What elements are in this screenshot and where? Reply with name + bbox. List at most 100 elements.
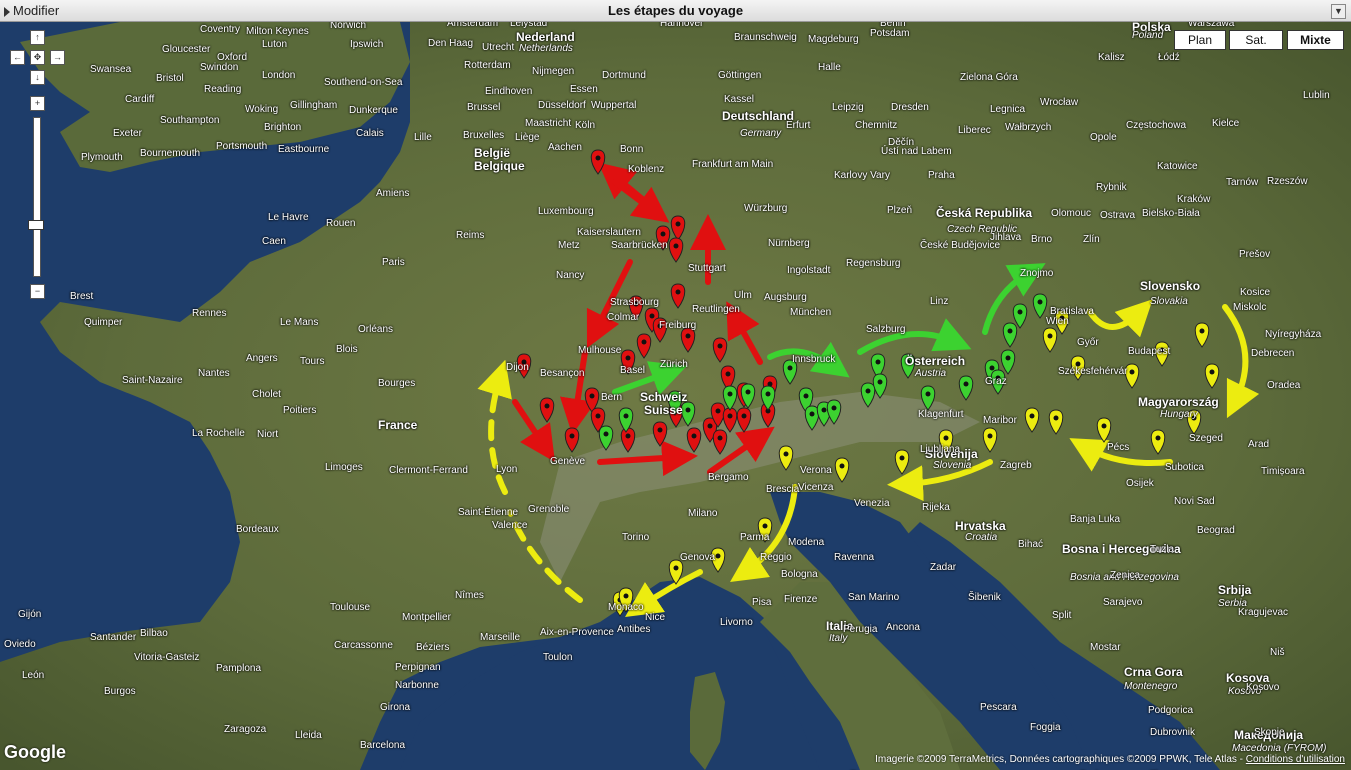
city-label: Portsmouth	[216, 141, 268, 152]
city-label: Maastricht	[525, 118, 572, 129]
city-label: Kraków	[1177, 194, 1211, 205]
city-label: Kielce	[1212, 118, 1240, 129]
country-sublabel: Slovakia	[1150, 296, 1188, 307]
city-label: Torino	[622, 532, 650, 543]
city-label: Vitoria-Gasteiz	[134, 652, 200, 663]
city-label: Bielsko-Biała	[1142, 208, 1200, 219]
country-sublabel: Hungary	[1160, 409, 1198, 420]
city-label: Tours	[300, 356, 325, 367]
city-label: Innsbruck	[792, 354, 836, 365]
city-label: Brno	[1031, 234, 1053, 245]
city-label: Nice	[645, 612, 666, 623]
city-label: Tuzla	[1150, 544, 1175, 555]
city-label: Swansea	[90, 64, 132, 75]
city-label: Zürich	[660, 359, 688, 370]
city-label: Klagenfurt	[918, 409, 964, 420]
country-label: Österreich	[905, 354, 966, 368]
city-label: Wrocław	[1040, 97, 1079, 108]
pan-up-icon[interactable]: ↑	[30, 30, 45, 45]
city-label: Zielona Góra	[960, 72, 1018, 83]
pan-down-icon[interactable]: ↓	[30, 70, 45, 85]
map-canvas[interactable]: Nederland Netherlands België Belgique De…	[0, 22, 1351, 770]
city-label: Brighton	[264, 122, 302, 133]
city-label: Girona	[380, 702, 411, 713]
city-label: Luton	[262, 39, 288, 50]
city-label: Bihać	[1018, 539, 1044, 550]
country-label: Deutschland	[722, 109, 795, 123]
city-label: Reims	[456, 230, 485, 241]
country-sublabel: Macedonia (FYROM)	[1232, 743, 1327, 754]
city-label: Ancona	[886, 622, 920, 633]
maptype-mixte-button[interactable]: Mixte	[1287, 30, 1344, 50]
country-label: Suisse	[644, 403, 683, 417]
country-label: France	[378, 418, 418, 432]
city-label: Nürnberg	[768, 238, 810, 249]
country-label: Slovensko	[1140, 279, 1201, 293]
city-label: Essen	[570, 84, 598, 95]
city-label: Oradea	[1267, 380, 1301, 391]
city-label: Toulouse	[330, 602, 371, 613]
zoom-slider-thumb[interactable]	[28, 220, 44, 230]
window-title: Les étapes du voyage	[607, 3, 744, 18]
city-label: Rijeka	[922, 502, 950, 513]
terms-link[interactable]: Conditions d'utilisation	[1246, 754, 1345, 765]
city-label: Nyíregyháza	[1265, 329, 1322, 340]
city-label: Narbonne	[395, 680, 439, 691]
city-label: Rennes	[192, 308, 227, 319]
city-label: Mulhouse	[578, 345, 622, 356]
city-label: Exeter	[113, 128, 142, 139]
city-label: Arad	[1248, 439, 1270, 450]
city-label: Budapest	[1128, 346, 1171, 357]
city-label: Subotica	[1165, 462, 1204, 473]
city-label: Székesfehérvár	[1058, 366, 1128, 377]
city-label: Utrecht	[482, 42, 515, 53]
pan-center-icon[interactable]: ✥	[30, 50, 45, 65]
zoom-slider-track[interactable]	[33, 117, 41, 277]
city-label: Praha	[928, 170, 955, 181]
city-label: La Rochelle	[192, 428, 245, 439]
city-label: Limoges	[325, 462, 363, 473]
city-label: Warszawa	[1188, 22, 1235, 29]
city-label: Potsdam	[870, 28, 910, 39]
maptype-plan-button[interactable]: Plan	[1174, 30, 1226, 50]
city-label: Lleida	[295, 730, 322, 741]
city-label: Besançon	[540, 368, 585, 379]
city-label: Stuttgart	[688, 263, 726, 274]
city-label: Zagreb	[1000, 460, 1032, 471]
city-label: Šibenik	[968, 592, 1001, 603]
city-label: Caen	[262, 236, 286, 247]
city-label: Zenica	[1110, 570, 1141, 581]
zoom-in-icon[interactable]: +	[30, 96, 45, 111]
city-label: Metz	[558, 240, 580, 251]
city-label: Strasbourg	[610, 297, 659, 308]
city-label: Debrecen	[1251, 348, 1295, 359]
maptype-sat-button[interactable]: Sat.	[1229, 30, 1283, 50]
city-label: Coventry	[200, 24, 241, 35]
city-label: Koblenz	[628, 164, 665, 175]
city-label: München	[790, 307, 832, 318]
city-label: Reutlingen	[692, 304, 740, 315]
city-label: Split	[1052, 610, 1072, 621]
pan-right-icon[interactable]: →	[50, 50, 65, 65]
city-label: Poitiers	[283, 405, 317, 416]
city-label: Ljubljana	[920, 444, 961, 455]
city-label: Amiens	[376, 188, 410, 199]
collapse-icon[interactable]: ▼	[1331, 4, 1346, 19]
city-label: Pisa	[752, 597, 772, 608]
pan-left-icon[interactable]: ←	[10, 50, 25, 65]
city-label: Aix-en-Provence	[540, 627, 614, 638]
zoom-out-icon[interactable]: −	[30, 284, 45, 299]
city-label: Plymouth	[81, 152, 123, 163]
city-label: Gijón	[18, 609, 42, 620]
city-label: Kosovo	[1246, 682, 1280, 693]
city-label: Salzburg	[866, 324, 906, 335]
city-label: Bergamo	[708, 472, 749, 483]
country-label: Česká Republika	[936, 206, 1033, 220]
city-label: Saint-Étienne	[458, 507, 519, 518]
country-label: Hrvatska	[955, 519, 1006, 533]
city-label: Genève	[550, 456, 586, 467]
city-label: Brest	[70, 291, 94, 302]
city-label: Rotterdam	[464, 60, 511, 71]
city-label: Zaragoza	[224, 724, 267, 735]
city-label: Perpignan	[395, 662, 441, 673]
